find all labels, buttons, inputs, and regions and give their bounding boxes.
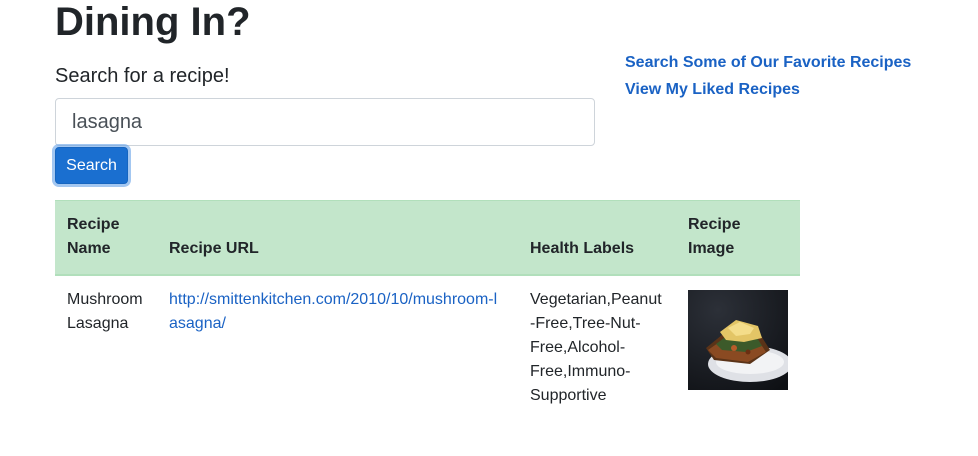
header-recipe-url: Recipe URL xyxy=(157,200,518,276)
search-label: Search for a recipe! xyxy=(55,65,230,87)
lasagna-photo xyxy=(688,290,788,390)
recipe-url-cell: http://smittenkitchen.com/2010/10/mushro… xyxy=(157,275,518,420)
page: Dining In? Search for a recipe! Search S… xyxy=(0,0,978,456)
liked-recipes-link[interactable]: View My Liked Recipes xyxy=(625,76,911,103)
nav-links: Search Some of Our Favorite Recipes View… xyxy=(625,49,911,103)
table-row: Mushroom Lasagna http://smittenkitchen.c… xyxy=(55,275,800,420)
table-header-row: Recipe Name Recipe URL Health Labels Rec… xyxy=(55,200,800,276)
recipe-name-cell: Mushroom Lasagna xyxy=(67,291,143,332)
recipe-image-cell xyxy=(676,275,800,420)
recipe-url-link[interactable]: http://smittenkitchen.com/2010/10/mushro… xyxy=(169,291,497,332)
header-recipe-name: Recipe Name xyxy=(55,200,157,276)
results-table: Recipe Name Recipe URL Health Labels Rec… xyxy=(55,200,800,420)
search-input[interactable] xyxy=(55,98,595,146)
page-title: Dining In? xyxy=(55,0,251,44)
header-recipe-image: Recipe Image xyxy=(676,200,800,276)
search-button[interactable]: Search xyxy=(55,147,128,184)
header-health-labels: Health Labels xyxy=(518,200,676,276)
favorite-recipes-link[interactable]: Search Some of Our Favorite Recipes xyxy=(625,49,911,76)
health-labels-cell: Vegetarian,Peanut-Free,Tree-Nut-Free,Alc… xyxy=(530,291,662,404)
